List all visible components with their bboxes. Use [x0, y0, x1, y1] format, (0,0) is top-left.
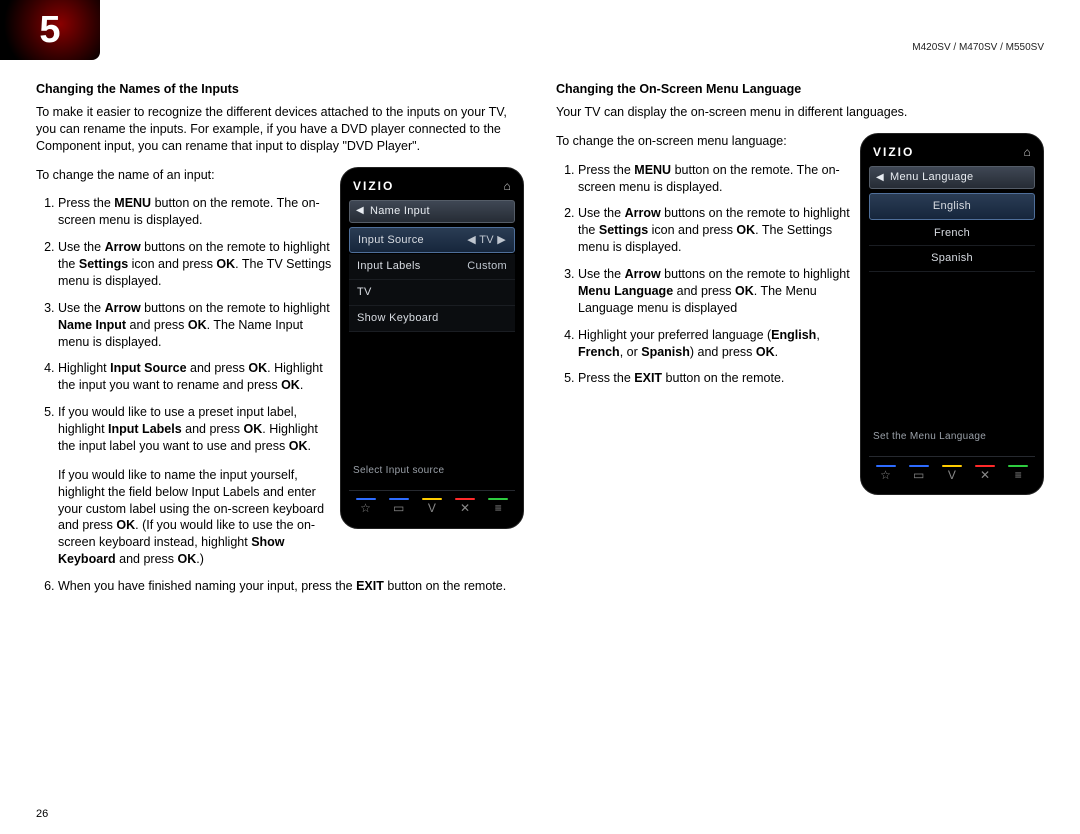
- osd-row-input-source: Input Source ◀ TV ▶: [349, 227, 515, 254]
- intro-language: Your TV can display the on-screen menu i…: [556, 104, 1044, 121]
- footer-v-icon: V: [420, 500, 444, 516]
- osd-row-label: TV: [357, 285, 372, 300]
- footer-square-icon: ▭: [907, 467, 931, 483]
- osd-footer: ☆ ▭ V ✕ ≡: [349, 490, 515, 520]
- osd-footer: ☆ ▭ V ✕ ≡: [869, 456, 1035, 486]
- model-line: M420SV / M470SV / M550SV: [36, 14, 1044, 53]
- list-item: Use the Arrow buttons on the remote to h…: [578, 266, 854, 317]
- chapter-number: 5: [39, 9, 60, 52]
- footer-x-icon: ✕: [973, 467, 997, 483]
- osd-brand: VIZIO: [353, 178, 394, 194]
- list-item: Press the MENU button on the remote. The…: [578, 162, 854, 196]
- list-item: Highlight your preferred language (Engli…: [578, 327, 854, 361]
- footer-menu-icon: ≡: [486, 500, 510, 516]
- list-item: When you have finished naming your input…: [58, 578, 524, 595]
- section-title-language: Changing the On-Screen Menu Language: [556, 81, 1044, 98]
- osd-lang-french: French: [869, 221, 1035, 247]
- section-title-inputs: Changing the Names of the Inputs: [36, 81, 524, 98]
- list-item: Press the MENU button on the remote. The…: [58, 195, 332, 229]
- footer-x-icon: ✕: [453, 500, 477, 516]
- list-item: Use the Arrow buttons on the remote to h…: [58, 239, 332, 290]
- chapter-badge: 5: [0, 0, 100, 60]
- osd-row-label: Input Source: [358, 233, 424, 248]
- osd-breadcrumb-label: Name Input: [370, 204, 430, 219]
- osd-brand: VIZIO: [873, 144, 914, 160]
- osd-row-tv: TV: [349, 280, 515, 306]
- footer-menu-icon: ≡: [1006, 467, 1030, 483]
- list-item: Press the EXIT button on the remote.: [578, 370, 854, 387]
- intro-inputs: To make it easier to recognize the diffe…: [36, 104, 524, 155]
- osd-name-input: VIZIO ⌂ ◀ Name Input Input Source ◀ TV ▶…: [340, 167, 524, 529]
- home-icon: ⌂: [1023, 144, 1031, 160]
- osd-row-show-keyboard: Show Keyboard: [349, 306, 515, 332]
- footer-square-icon: ▭: [387, 500, 411, 516]
- osd-lang-spanish: Spanish: [869, 246, 1035, 272]
- osd-menu-language: VIZIO ⌂ ◀ Menu Language English French S…: [860, 133, 1044, 495]
- list-item: Use the Arrow buttons on the remote to h…: [58, 300, 332, 351]
- osd-breadcrumb: ◀ Menu Language: [869, 166, 1035, 189]
- home-icon: ⌂: [503, 178, 511, 194]
- osd-row-value: ◀ TV ▶: [467, 233, 506, 248]
- osd-row-input-labels: Input Labels Custom: [349, 254, 515, 280]
- list-item: If you would like to use a preset input …: [58, 404, 332, 455]
- osd-lang-english: English: [869, 193, 1035, 220]
- osd-row-value: Custom: [467, 259, 507, 274]
- lead-inputs: To change the name of an input:: [36, 167, 332, 184]
- osd-breadcrumb-label: Menu Language: [890, 170, 973, 185]
- osd-hint: Select Input source: [353, 464, 444, 478]
- osd-hint: Set the Menu Language: [873, 430, 986, 444]
- osd-breadcrumb: ◀ Name Input: [349, 200, 515, 223]
- footer-star-icon: ☆: [354, 500, 378, 516]
- note-paragraph: If you would like to name the input your…: [58, 467, 332, 568]
- back-icon: ◀: [876, 171, 884, 185]
- footer-star-icon: ☆: [874, 467, 898, 483]
- footer-v-icon: V: [940, 467, 964, 483]
- back-icon: ◀: [356, 204, 364, 218]
- page-number: 26: [36, 808, 48, 820]
- osd-row-label: Show Keyboard: [357, 311, 439, 326]
- osd-row-label: Input Labels: [357, 259, 421, 274]
- list-item: Use the Arrow buttons on the remote to h…: [578, 205, 854, 256]
- lead-language: To change the on-screen menu language:: [556, 133, 854, 150]
- list-item: Highlight Input Source and press OK. Hig…: [58, 360, 332, 394]
